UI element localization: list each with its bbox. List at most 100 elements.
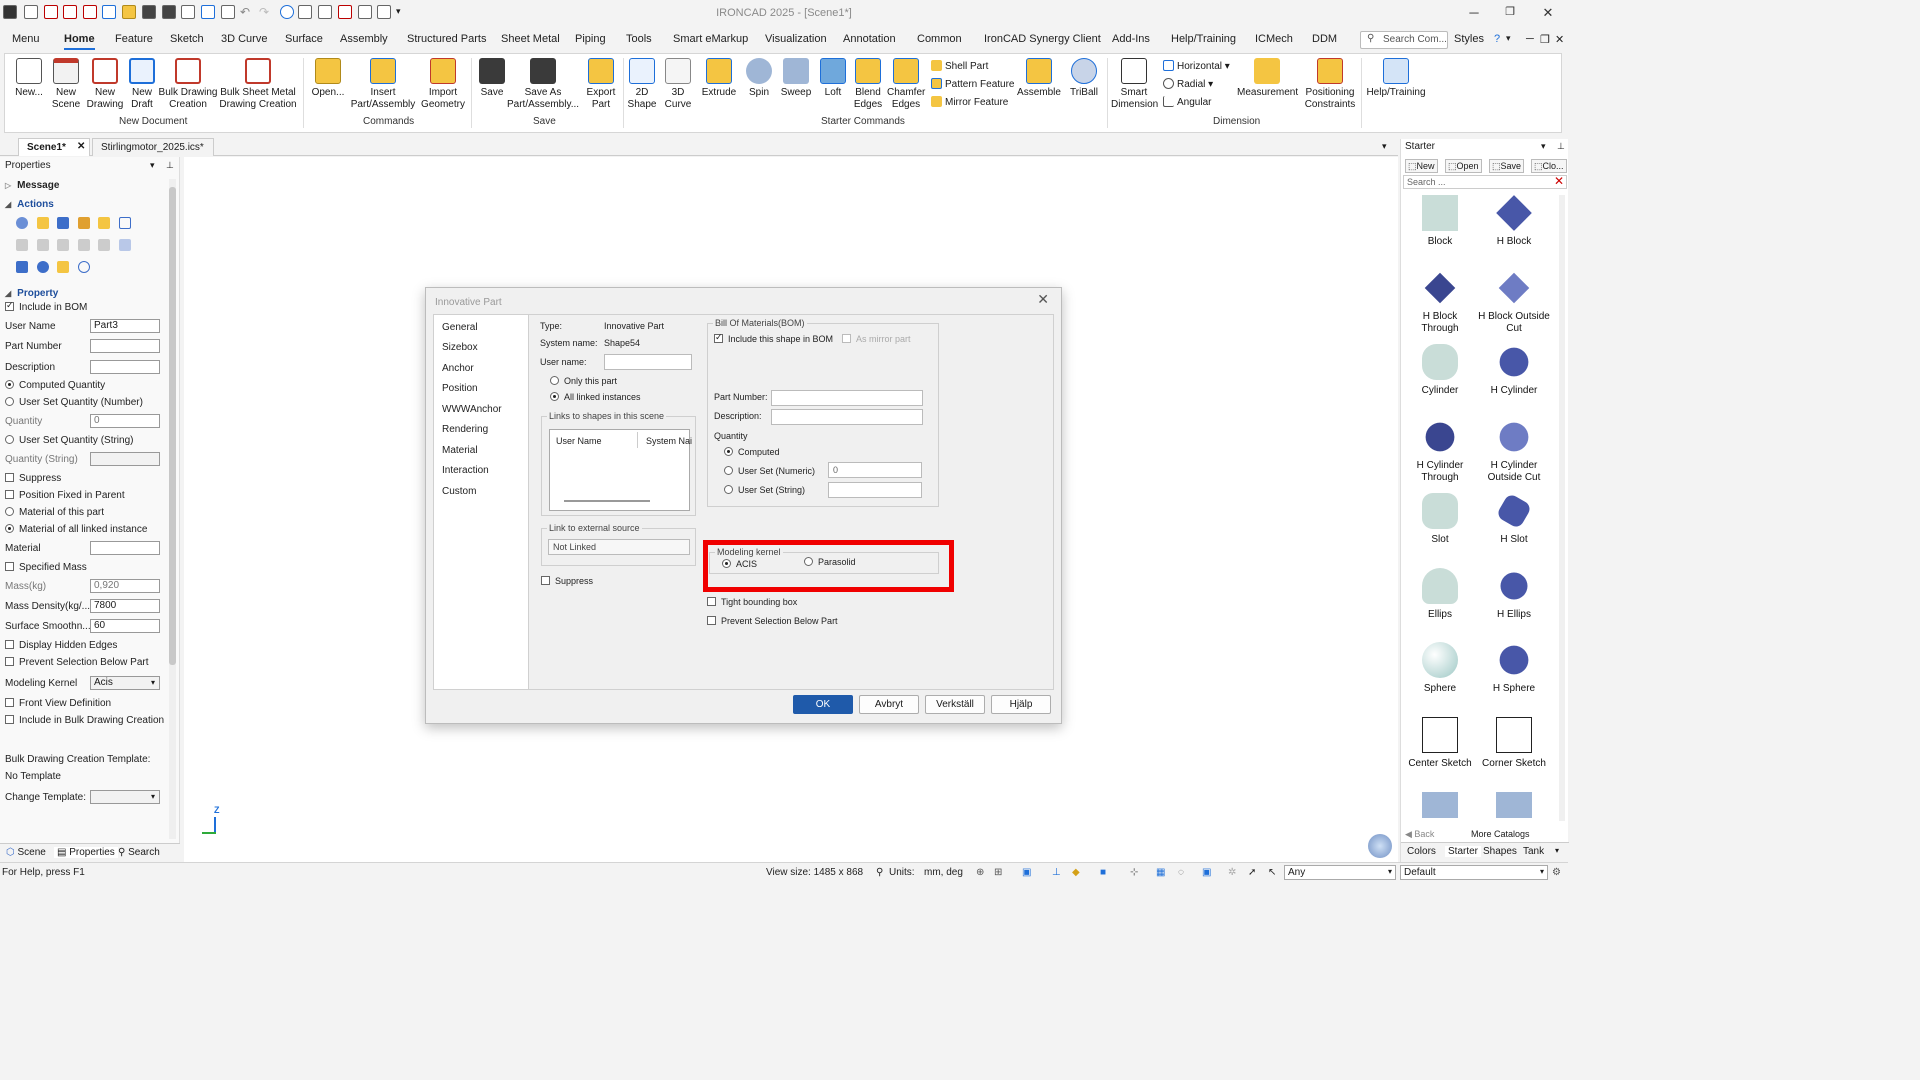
- modeling-kernel-select[interactable]: Acis ▾: [90, 676, 160, 690]
- catalog-item-h-block[interactable]: H Block: [1477, 195, 1551, 248]
- style-select[interactable]: Default ▾: [1400, 865, 1548, 880]
- suppress-checkbox[interactable]: Suppress: [541, 576, 593, 586]
- tab-tank[interactable]: Tank: [1523, 846, 1544, 857]
- cursor-icon[interactable]: ↖: [1268, 867, 1276, 878]
- scrollbar-thumb[interactable]: [169, 187, 176, 665]
- catalog-close-button[interactable]: ⬚Clo...: [1531, 159, 1567, 173]
- bulk-sheet-metal-drawing-button[interactable]: Bulk Sheet Metal Drawing Creation: [219, 58, 297, 111]
- tight-bounding-box-checkbox[interactable]: Tight bounding box: [707, 597, 797, 607]
- links-hscrollbar[interactable]: [564, 500, 650, 502]
- horizontal-dimension-button[interactable]: Horizontal ▾: [1163, 60, 1230, 72]
- 2d-shape-button[interactable]: 2D Shape: [627, 58, 657, 111]
- tab-feature[interactable]: Feature: [115, 33, 153, 45]
- loft-button[interactable]: Loft: [819, 58, 847, 99]
- tabs-dropdown-icon[interactable]: ▾: [1555, 846, 1559, 855]
- nav-wwwanchor[interactable]: WWWAnchor: [442, 404, 502, 415]
- catalog-search-input[interactable]: Search ... ✕: [1403, 174, 1567, 189]
- catalog-item-cylinder[interactable]: Cylinder: [1403, 344, 1477, 397]
- property-section[interactable]: ◢ Property: [5, 288, 58, 299]
- import-geometry-button[interactable]: Import Geometry: [419, 58, 467, 111]
- action-part-icon[interactable]: [98, 217, 110, 229]
- action-eye-icon[interactable]: [37, 261, 49, 273]
- display-mode-icon[interactable]: ■: [1100, 867, 1106, 878]
- 3d-curve-button[interactable]: 3D Curve: [663, 58, 693, 111]
- sweep-button[interactable]: Sweep: [779, 58, 813, 99]
- apply-button[interactable]: Verkställ: [925, 695, 985, 714]
- specified-mass-checkbox[interactable]: Specified Mass: [5, 562, 87, 573]
- tab-starter[interactable]: Starter: [1445, 846, 1482, 857]
- catalog-scrollbar[interactable]: [1559, 195, 1565, 821]
- nav-anchor[interactable]: Anchor: [442, 363, 474, 374]
- ok-button[interactable]: OK: [793, 695, 853, 714]
- tab-menu[interactable]: Menu: [12, 33, 40, 45]
- only-this-part-radio[interactable]: Only this part: [550, 376, 617, 386]
- new-drawing-button[interactable]: New Drawing: [85, 58, 125, 111]
- nav-interaction[interactable]: Interaction: [442, 465, 489, 476]
- action-table-icon[interactable]: [119, 217, 131, 229]
- action-assembly-icon[interactable]: [16, 261, 28, 273]
- tab-assembly[interactable]: Assembly: [340, 33, 388, 45]
- nav-material[interactable]: Material: [442, 445, 478, 456]
- user-name-input[interactable]: [604, 354, 692, 370]
- ribbon-close-icon[interactable]: ✕: [1555, 33, 1564, 46]
- catalog-open-button[interactable]: ⬚Open: [1445, 159, 1482, 173]
- selection-filter-select[interactable]: Any ▾: [1284, 865, 1396, 880]
- tab-visualization[interactable]: Visualization: [765, 33, 827, 45]
- quantity-field[interactable]: 0: [90, 414, 160, 428]
- insert-part-assembly-button[interactable]: Insert Part/Assembly: [349, 58, 417, 111]
- style-settings-icon[interactable]: ⚙: [1552, 867, 1561, 878]
- catalog-item-slot[interactable]: Slot: [1403, 493, 1477, 546]
- measurement-button[interactable]: Measurement: [1237, 58, 1298, 99]
- action-globe-icon[interactable]: [16, 217, 28, 229]
- tab-smart-emarkup[interactable]: Smart eMarkup: [673, 33, 748, 45]
- restore-icon[interactable]: ❐: [1500, 5, 1520, 18]
- triball-button[interactable]: TriBall: [1067, 58, 1101, 99]
- catalog-item-partial[interactable]: [1477, 792, 1551, 823]
- catalog-new-button[interactable]: ⬚New: [1405, 159, 1438, 173]
- view-cube-icon[interactable]: ▣: [1022, 867, 1031, 878]
- zoom-icon[interactable]: ⊕: [976, 867, 984, 878]
- action-insert-icon[interactable]: [37, 217, 49, 229]
- tab-icmech[interactable]: ICMech: [1255, 33, 1293, 45]
- tab-3d-curve[interactable]: 3D Curve: [221, 33, 267, 45]
- action-box-icon[interactable]: [57, 217, 69, 229]
- numeric-quantity-input[interactable]: 0: [828, 462, 922, 478]
- units-value[interactable]: mm, deg: [924, 867, 963, 878]
- smart-dimension-button[interactable]: Smart Dimension: [1111, 58, 1158, 111]
- action-material-icon[interactable]: [78, 217, 90, 229]
- front-view-definition-checkbox[interactable]: Front View Definition: [5, 698, 111, 709]
- nav-custom[interactable]: Custom: [442, 486, 476, 497]
- help-dropdown-icon[interactable]: ▾: [1506, 33, 1511, 44]
- blend-edges-button[interactable]: Blend Edges: [851, 58, 885, 111]
- prevent-selection-checkbox[interactable]: Prevent Selection Below Part: [5, 657, 149, 668]
- tab-scene[interactable]: ⬡ Scene: [6, 847, 46, 858]
- string-quantity-input[interactable]: [828, 482, 922, 498]
- dialog-close-icon[interactable]: ✕: [1037, 291, 1049, 308]
- links-col-system-name[interactable]: System Nai: [646, 436, 692, 446]
- help-button[interactable]: Hjälp: [991, 695, 1051, 714]
- message-section[interactable]: ▷ Message: [5, 180, 59, 191]
- links-list[interactable]: User Name System Nai: [549, 429, 692, 511]
- bulk-drawing-creation-button[interactable]: Bulk Drawing Creation: [157, 58, 219, 111]
- action-zoom-icon[interactable]: [78, 261, 90, 273]
- tab-properties[interactable]: ▤ Properties: [54, 847, 118, 858]
- suppress-checkbox[interactable]: Suppress: [5, 473, 61, 484]
- user-set-quantity-number-radio[interactable]: User Set Quantity (Number): [5, 397, 143, 408]
- tab-home[interactable]: Home: [64, 33, 95, 50]
- part-filter-icon[interactable]: ◆: [1072, 867, 1080, 878]
- catalog-item-block[interactable]: Block: [1403, 195, 1477, 248]
- surface-smoothness-field[interactable]: 60: [90, 619, 160, 633]
- save-button[interactable]: Save: [477, 58, 507, 99]
- tab-structured-parts[interactable]: Structured Parts: [407, 33, 486, 45]
- pin-icon[interactable]: ⊥: [1557, 141, 1565, 152]
- tab-add-ins[interactable]: Add-Ins: [1112, 33, 1150, 45]
- export-part-button[interactable]: Export Part: [583, 58, 619, 111]
- pointer-icon[interactable]: ➚: [1248, 867, 1256, 878]
- tab-tools[interactable]: Tools: [626, 33, 652, 45]
- tab-piping[interactable]: Piping: [575, 33, 606, 45]
- links-col-user-name[interactable]: User Name: [556, 436, 602, 446]
- zoom-window-icon[interactable]: ⊞: [994, 867, 1002, 878]
- tab-surface[interactable]: Surface: [285, 33, 323, 45]
- catalog-item-ellips[interactable]: Ellips: [1403, 568, 1477, 621]
- render-icon[interactable]: ◌: [1178, 867, 1184, 878]
